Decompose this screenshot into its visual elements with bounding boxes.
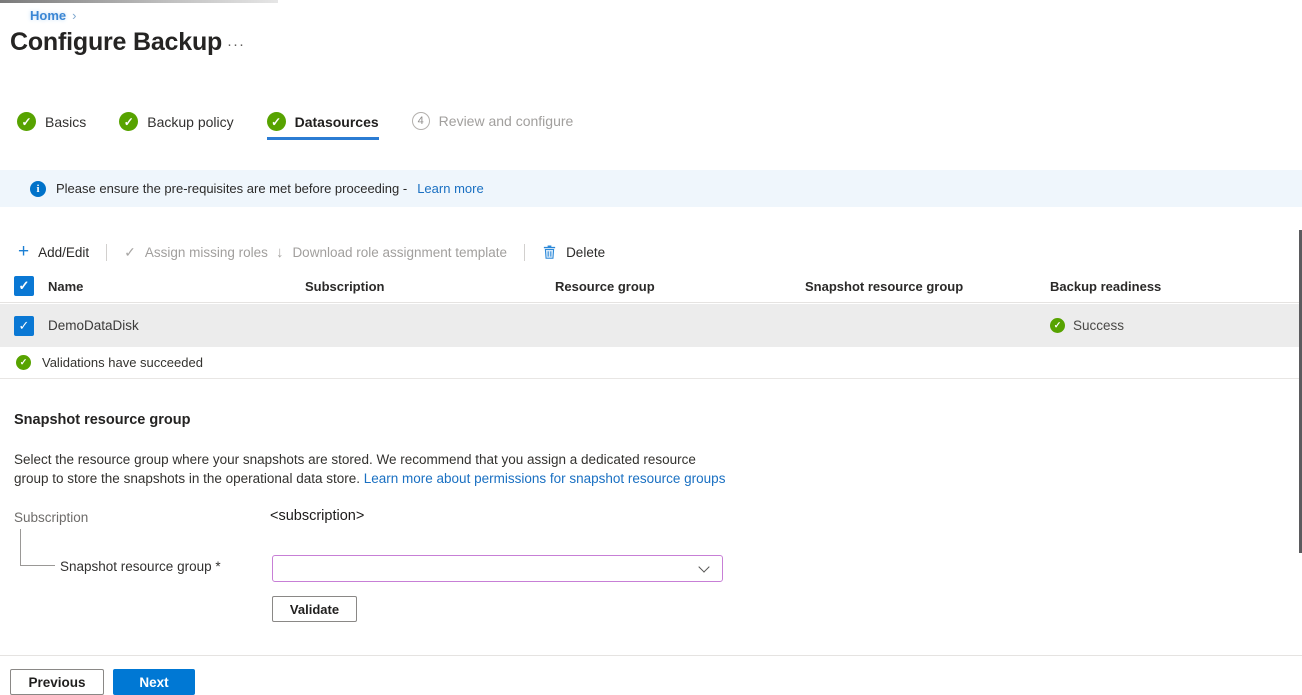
toolbar-divider <box>524 243 526 261</box>
add-edit-button[interactable]: Add/Edit <box>14 245 93 260</box>
chevron-down-icon <box>698 560 710 573</box>
validate-button[interactable]: Validate <box>272 596 357 622</box>
column-header-name[interactable]: Name <box>48 279 305 294</box>
tab-review-and-configure[interactable]: 4 Review and configure <box>409 112 577 139</box>
tab-datasources[interactable]: Datasources <box>264 112 382 140</box>
review-step-number-icon: 4 <box>411 112 430 130</box>
column-header-backup-readiness[interactable]: Backup readiness <box>1050 279 1302 294</box>
more-options-icon[interactable]: ··· <box>227 36 245 53</box>
next-button[interactable]: Next <box>113 669 195 695</box>
subscription-value: <subscription> <box>270 508 365 524</box>
snapshot-resource-group-description: Select the resource group where your sna… <box>14 450 734 488</box>
info-icon <box>30 180 46 197</box>
select-all-checkbox[interactable] <box>14 276 34 296</box>
configure-backup-page: Home › Configure Backup ··· Basics Backu… <box>0 0 1302 695</box>
snapshot-resource-group-section-title: Snapshot resource group <box>14 412 191 428</box>
banner-learn-more-link[interactable]: Learn more <box>417 181 483 196</box>
table-row[interactable]: DemoDataDisk Success <box>0 304 1302 347</box>
top-edge-strip <box>0 0 278 3</box>
trash-icon <box>542 244 557 260</box>
plus-icon <box>18 245 29 259</box>
breadcrumb: Home › <box>30 8 76 23</box>
checkmark-icon <box>124 244 136 261</box>
tab-basics[interactable]: Basics <box>14 112 89 140</box>
breadcrumb-separator-icon: › <box>72 8 77 23</box>
assign-missing-roles-label: Assign missing roles <box>144 244 268 260</box>
assign-missing-roles-button[interactable]: Assign missing roles <box>120 244 272 261</box>
validation-success-icon <box>16 355 31 370</box>
datasources-complete-icon <box>266 112 286 131</box>
status-badge: Success <box>1073 318 1125 333</box>
download-icon <box>276 244 284 261</box>
tab-backup-policy-label: Backup policy <box>147 113 234 130</box>
validation-status-row: Validations have succeeded <box>0 347 1302 379</box>
row-checkbox[interactable] <box>14 315 34 336</box>
snapshot-resource-group-label: Snapshot resource group * <box>60 559 221 574</box>
cell-backup-readiness: Success <box>1050 318 1302 333</box>
delete-label: Delete <box>566 244 606 260</box>
tab-datasources-label: Datasources <box>294 113 379 130</box>
column-header-subscription[interactable]: Subscription <box>305 279 555 294</box>
basics-complete-icon <box>17 112 36 131</box>
validation-message: Validations have succeeded <box>42 355 203 370</box>
banner-message: Please ensure the pre-requisites are met… <box>56 181 408 196</box>
table-header-row: Name Subscription Resource group Snapsho… <box>0 270 1302 303</box>
snapshot-permissions-learn-more-link[interactable]: Learn more about permissions for snapsho… <box>364 471 726 486</box>
footer-divider <box>0 655 1302 656</box>
download-role-template-label: Download role assignment template <box>292 244 508 260</box>
tab-basics-label: Basics <box>45 113 87 130</box>
add-edit-label: Add/Edit <box>38 244 90 260</box>
success-icon <box>1050 318 1065 333</box>
tab-backup-policy[interactable]: Backup policy <box>116 112 236 140</box>
page-title: Configure Backup <box>10 28 223 56</box>
info-banner: Please ensure the pre-requisites are met… <box>0 170 1302 207</box>
previous-button[interactable]: Previous <box>10 669 104 695</box>
column-header-snapshot-resource-group[interactable]: Snapshot resource group <box>805 279 1050 294</box>
cell-name: DemoDataDisk <box>48 318 139 333</box>
backup-policy-complete-icon <box>119 112 139 131</box>
breadcrumb-home-link[interactable]: Home <box>30 8 66 23</box>
download-role-template-button[interactable]: Download role assignment template <box>272 244 511 261</box>
tab-review-label: Review and configure <box>438 113 574 129</box>
datasource-toolbar: Add/Edit Assign missing roles Download r… <box>14 237 609 267</box>
delete-button[interactable]: Delete <box>538 244 609 260</box>
toolbar-divider <box>106 243 108 261</box>
wizard-steps: Basics Backup policy Datasources 4 Revie… <box>14 112 603 140</box>
column-header-resource-group[interactable]: Resource group <box>555 279 805 294</box>
tree-connector <box>20 529 55 566</box>
subscription-label: Subscription <box>14 510 89 525</box>
snapshot-resource-group-dropdown[interactable] <box>272 555 723 582</box>
